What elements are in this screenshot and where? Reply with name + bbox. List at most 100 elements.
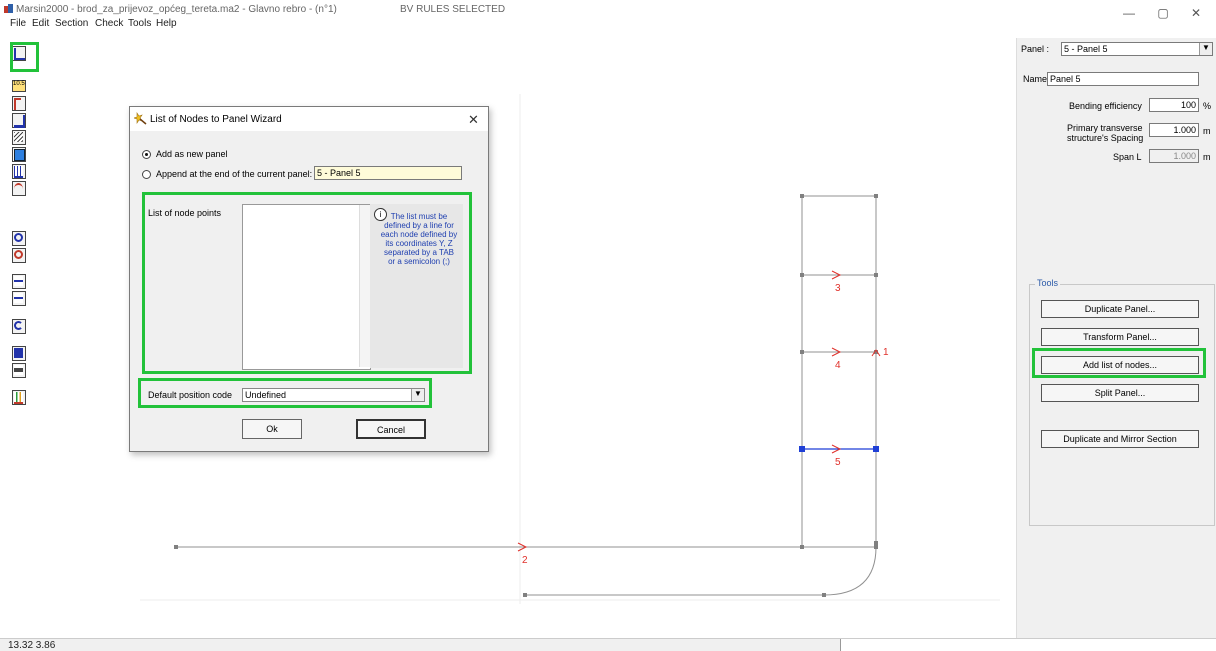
- curve-icon: [14, 183, 23, 195]
- status-combo[interactable]: [840, 639, 1216, 651]
- panel-label-4: 4: [835, 360, 841, 371]
- no-zoom-tool-button[interactable]: [12, 248, 26, 263]
- window-title: Marsin2000 - brod_za_prijevoz_općeg_tere…: [16, 4, 337, 15]
- compartment-icon: [14, 149, 25, 161]
- app-icon: [4, 4, 13, 13]
- rules-label: BV RULES SELECTED: [400, 4, 506, 15]
- append-panel-radio[interactable]: [142, 170, 151, 179]
- bending-label: Bending efficiency: [1069, 101, 1142, 111]
- print-icon: [14, 365, 23, 375]
- plus-icon: [14, 276, 23, 286]
- menu-bar: File Edit Section Check Tools Help: [0, 18, 1016, 31]
- thickness-tool-button[interactable]: 10.5: [12, 80, 26, 92]
- maximize-button[interactable]: ▢: [1153, 6, 1173, 20]
- span-input: 1.000: [1149, 149, 1199, 163]
- add-list-highlight: [1032, 348, 1206, 378]
- node-point[interactable]: [523, 593, 527, 597]
- cancel-button[interactable]: Cancel: [356, 419, 426, 439]
- bracket-tool-button[interactable]: [12, 96, 26, 111]
- spacing-unit: m: [1203, 126, 1211, 136]
- menu-tools[interactable]: Tools: [128, 18, 151, 29]
- hatch-icon: [14, 132, 23, 142]
- selected-node[interactable]: [799, 446, 805, 452]
- ok-button[interactable]: Ok: [242, 419, 302, 439]
- dialog-title-bar: List of Nodes to Panel Wizard ✕: [130, 107, 488, 131]
- selected-node[interactable]: [873, 446, 879, 452]
- node-point[interactable]: [174, 545, 178, 549]
- span-label: Span L: [1113, 152, 1142, 162]
- panel-label-2: 2: [522, 555, 528, 566]
- curve-tool-button[interactable]: [12, 181, 26, 196]
- close-window-button[interactable]: ✕: [1186, 6, 1206, 20]
- panel-tool-highlight: [10, 42, 39, 72]
- menu-file[interactable]: File: [10, 18, 26, 29]
- chevron-down-icon[interactable]: ▼: [1199, 43, 1212, 55]
- bending-unit: %: [1203, 101, 1212, 111]
- menu-check[interactable]: Check: [95, 18, 123, 29]
- girder-icon: [14, 115, 25, 128]
- menu-edit[interactable]: Edit: [32, 18, 49, 29]
- name-input[interactable]: Panel 5: [1047, 72, 1199, 86]
- minus-icon: [14, 293, 23, 303]
- plate-icon: [14, 166, 23, 178]
- plate-tool-button[interactable]: [12, 164, 26, 179]
- add-new-panel-label[interactable]: Add as new panel: [156, 149, 228, 159]
- node-list-highlight: [142, 192, 472, 374]
- menu-help[interactable]: Help: [156, 18, 177, 29]
- bracket-icon: [14, 98, 21, 110]
- zoom-icon: [14, 233, 23, 242]
- dialog-close-button[interactable]: ✕: [468, 112, 479, 128]
- duplicate-mirror-section-button[interactable]: Duplicate and Mirror Section: [1041, 430, 1199, 448]
- title-bar: Marsin2000 - brod_za_prijevoz_općeg_tere…: [0, 0, 1216, 20]
- panel-select-value: 5 - Panel 5: [1064, 44, 1108, 54]
- node-point[interactable]: [822, 593, 826, 597]
- append-panel-label[interactable]: Append at the end of the current panel:: [156, 169, 312, 179]
- no-zoom-icon: [14, 250, 23, 259]
- spacing-label-line2: structure's Spacing: [1067, 133, 1144, 143]
- save-icon: [14, 348, 23, 358]
- split-panel-button[interactable]: Split Panel...: [1041, 384, 1199, 402]
- panel-select-label: Panel :: [1021, 44, 1050, 54]
- minimize-button[interactable]: —: [1119, 6, 1139, 20]
- print-tool-button[interactable]: [12, 363, 26, 378]
- node-point[interactable]: [800, 350, 804, 354]
- girder-tool-button[interactable]: [12, 113, 26, 128]
- spacing-label-line1: Primary transverse: [1067, 123, 1143, 133]
- node-point[interactable]: [800, 194, 804, 198]
- panel-label-1: 1: [883, 347, 889, 358]
- node-point[interactable]: [874, 273, 878, 277]
- undo-icon: [14, 321, 23, 330]
- menu-section[interactable]: Section: [55, 18, 88, 29]
- left-toolbar: 10.5: [8, 44, 30, 614]
- node-point[interactable]: [800, 273, 804, 277]
- dialog-title: List of Nodes to Panel Wizard: [150, 114, 282, 125]
- chart-icon: [14, 392, 23, 404]
- cursor-coordinates: 13.32 3.86: [8, 640, 56, 651]
- zoom-tool-button[interactable]: [12, 231, 26, 246]
- node-point[interactable]: [874, 541, 878, 549]
- minus-tool-button[interactable]: [12, 291, 26, 306]
- node-point[interactable]: [874, 194, 878, 198]
- wizard-icon: [134, 112, 147, 125]
- list-of-nodes-dialog: List of Nodes to Panel Wizard ✕ Add as n…: [129, 106, 489, 452]
- tools-group-title: Tools: [1035, 278, 1061, 288]
- name-label: Name: [1023, 74, 1048, 84]
- spacing-input[interactable]: 1.000: [1149, 123, 1199, 137]
- panel-select[interactable]: 5 - Panel 5 ▼: [1061, 42, 1213, 56]
- chart-tool-button[interactable]: [12, 390, 26, 405]
- span-unit: m: [1203, 152, 1211, 162]
- transform-panel-button[interactable]: Transform Panel...: [1041, 328, 1199, 346]
- duplicate-panel-button[interactable]: Duplicate Panel...: [1041, 300, 1199, 318]
- node-point[interactable]: [800, 545, 804, 549]
- tools-group: [1029, 284, 1215, 526]
- plus-tool-button[interactable]: [12, 274, 26, 289]
- save-tool-button[interactable]: [12, 346, 26, 361]
- status-bar: 13.32 3.86: [0, 638, 1216, 651]
- add-new-panel-radio[interactable]: [142, 150, 151, 159]
- hatch-tool-button[interactable]: [12, 130, 26, 145]
- compartment-tool-button[interactable]: [12, 147, 26, 162]
- bending-input[interactable]: 100: [1149, 98, 1199, 112]
- panel-label-3: 3: [835, 283, 841, 294]
- append-panel-input[interactable]: 5 - Panel 5: [314, 166, 462, 180]
- undo-tool-button[interactable]: [12, 319, 26, 334]
